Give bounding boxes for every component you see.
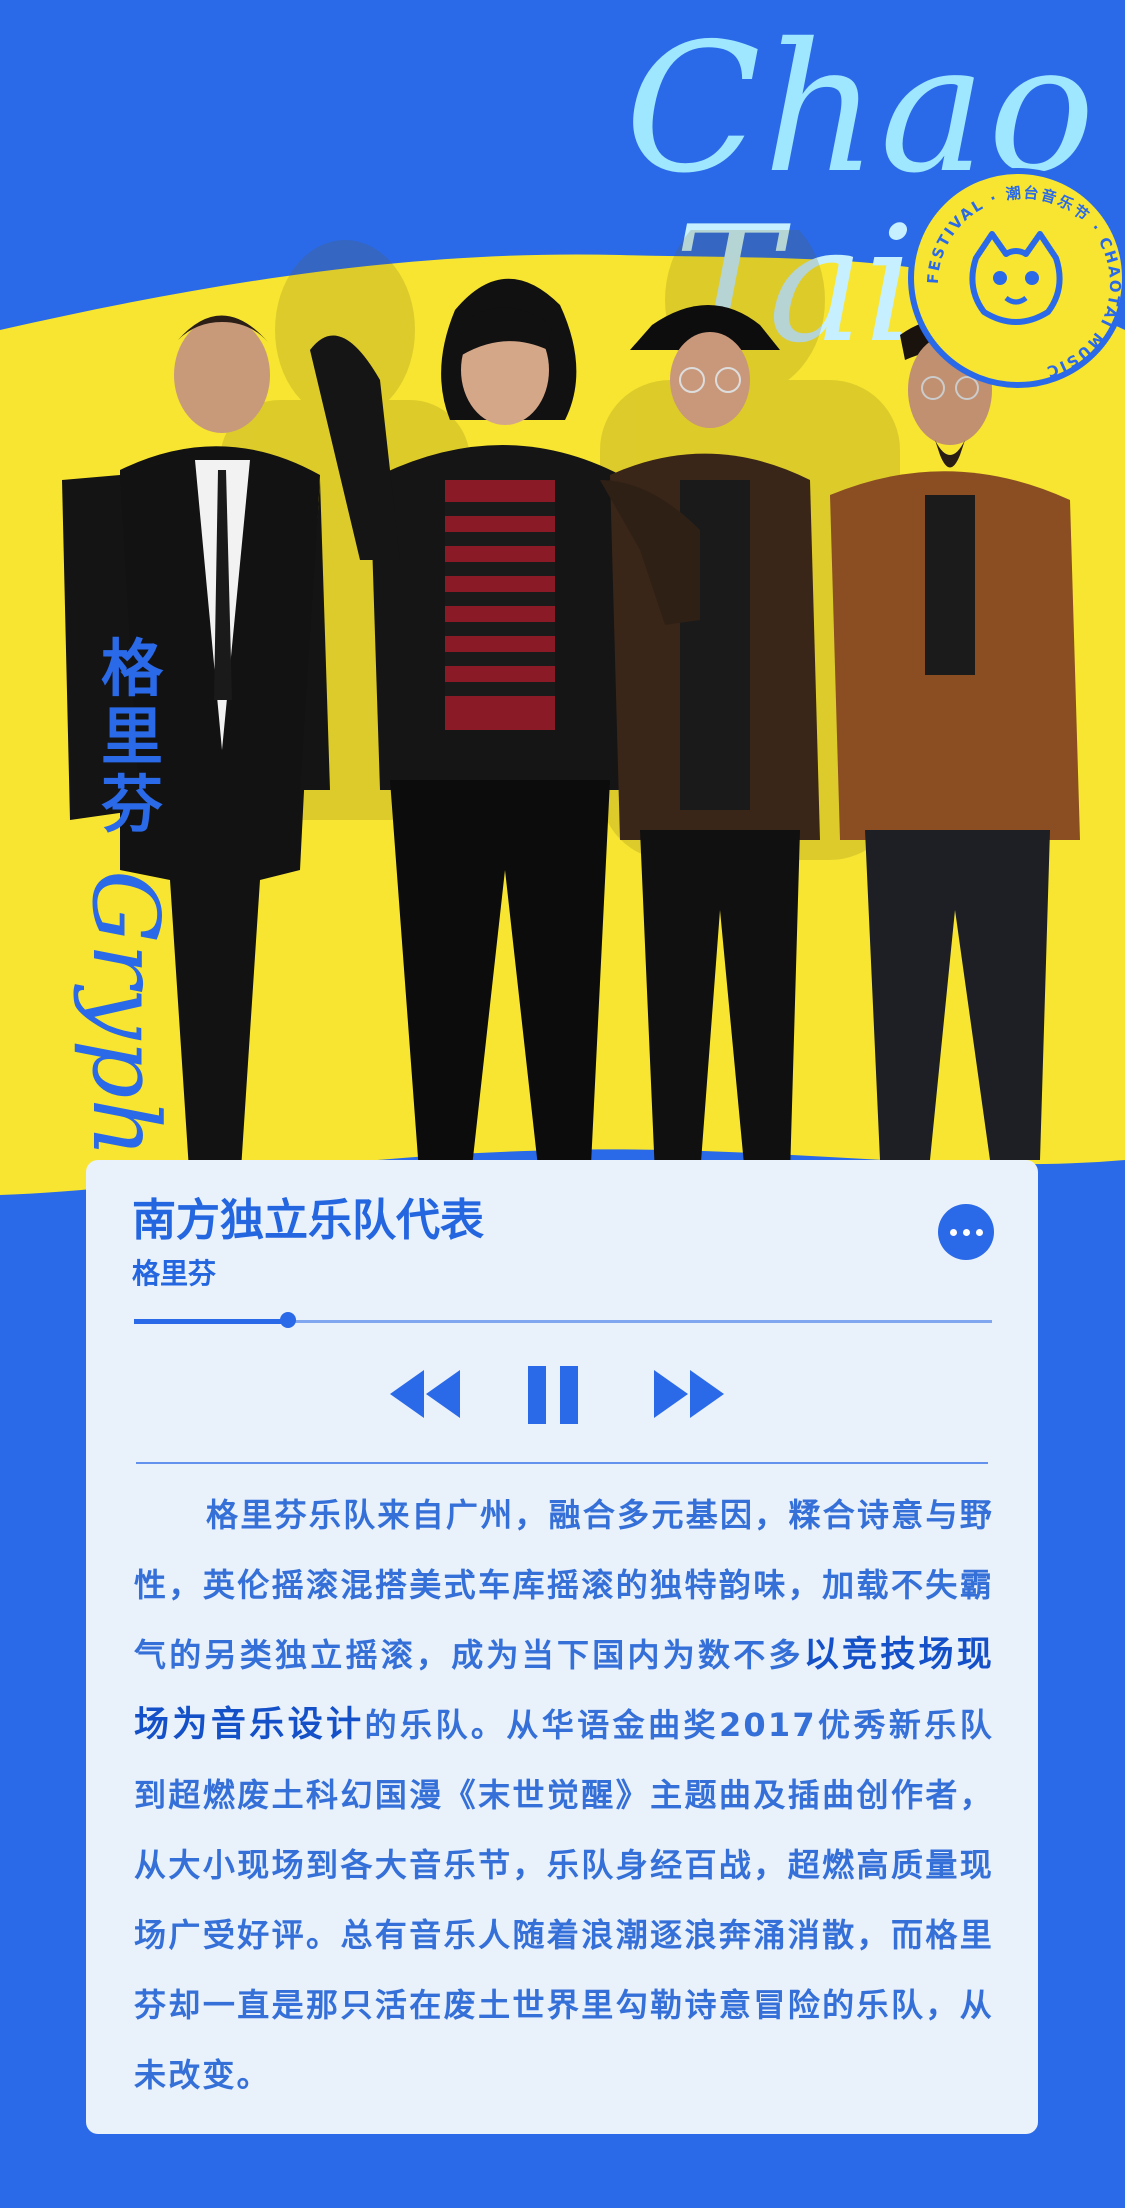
divider bbox=[136, 1462, 988, 1464]
fast-forward-button[interactable] bbox=[652, 1366, 728, 1422]
band-description: 格里芬乐队来自广州，融合多元基因，糅合诗意与野性，英伦摇滚混搭美式车库摇滚的独特… bbox=[134, 1480, 994, 2110]
pause-icon bbox=[528, 1366, 578, 1424]
fast-forward-icon bbox=[654, 1370, 724, 1418]
track-artist: 格里芬 bbox=[132, 1257, 217, 1290]
more-dot bbox=[963, 1229, 970, 1236]
tiger-face-icon bbox=[969, 231, 1063, 325]
progress-fill bbox=[134, 1319, 289, 1324]
track-title: 南方独立乐队代表 bbox=[132, 1195, 484, 1246]
rewind-button[interactable] bbox=[386, 1366, 462, 1422]
festival-badge: FESTIVAL · 潮台音乐节 · CHAOTAI MUSIC bbox=[908, 168, 1125, 388]
music-player-card: 南方独立乐队代表 格里芬 格里芬乐队来自广州，融合多元基因，糅合诗意与野性，英伦… bbox=[86, 1160, 1038, 2134]
rewind-icon bbox=[390, 1370, 460, 1418]
description-text-2: 的乐队。从华语金曲奖2017优秀新乐队到超燃废土科幻国漫《末世觉醒》主题曲及插曲… bbox=[134, 1706, 994, 2094]
poster: Chao Tai bbox=[0, 0, 1125, 2208]
band-name-chinese: 格里芬 bbox=[100, 632, 163, 841]
more-dot bbox=[976, 1229, 983, 1236]
more-options-button[interactable] bbox=[938, 1204, 994, 1260]
pause-button[interactable] bbox=[526, 1364, 582, 1426]
more-dots-icon bbox=[950, 1229, 957, 1236]
progress-knob[interactable] bbox=[280, 1312, 297, 1328]
